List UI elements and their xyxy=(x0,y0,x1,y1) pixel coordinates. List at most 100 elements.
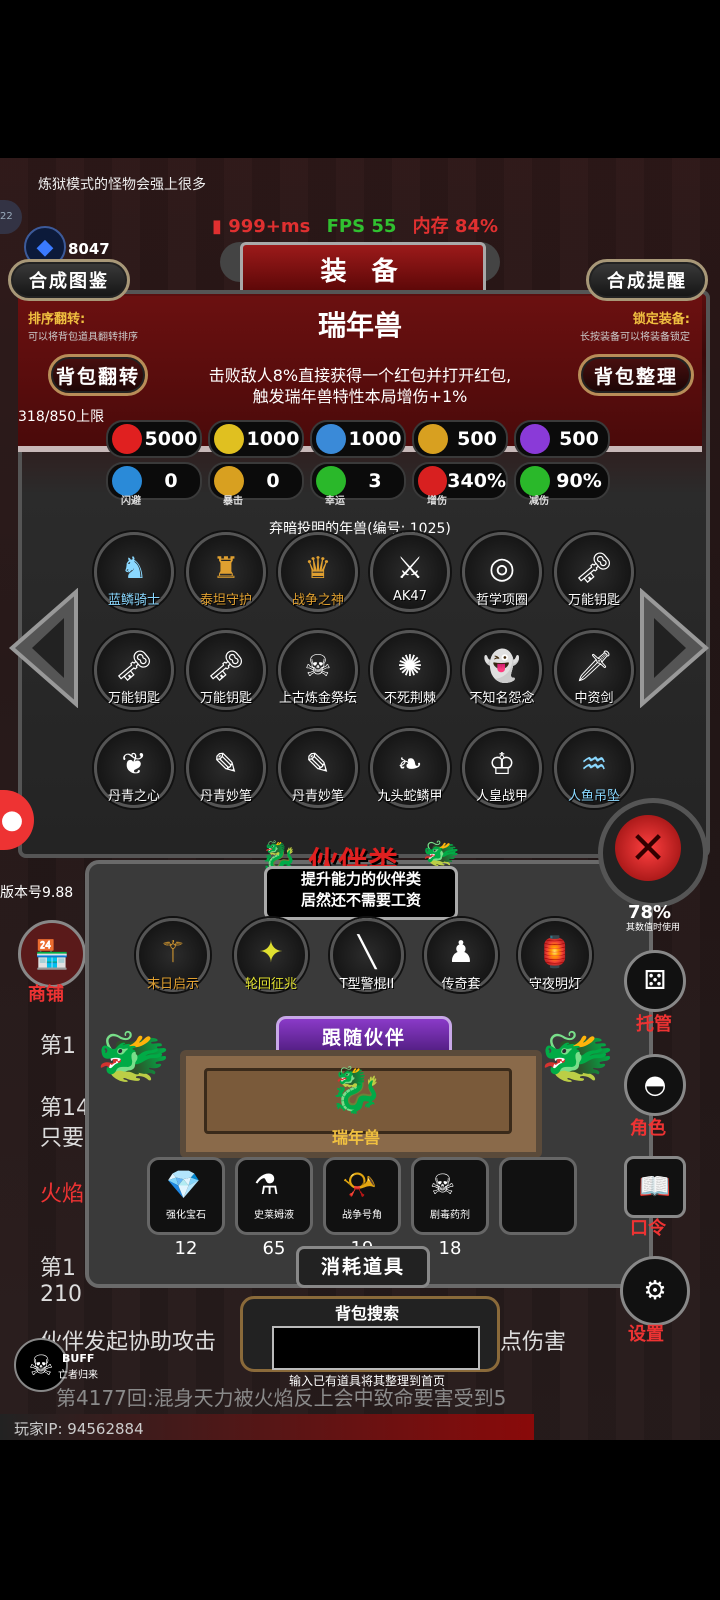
partner-item-icon: 🏮 xyxy=(536,934,574,970)
equipment-item-icon: ✺ xyxy=(397,648,423,684)
consumable-slot[interactable]: 💎 强化宝石 12 xyxy=(147,1157,225,1259)
equipment-item-icon: ♜ xyxy=(212,550,240,586)
equipment-slot[interactable]: 🗝 万能钥匙 xyxy=(186,630,266,710)
stat-value: 340% xyxy=(447,470,506,492)
skull-icon[interactable]: ☠ xyxy=(14,1338,68,1392)
partner-slot[interactable]: ╲ T型警棍II xyxy=(330,918,404,992)
synth-catalog-button[interactable]: 合成图鉴 xyxy=(8,259,130,301)
equipment-item-name: 中资剑 xyxy=(574,691,614,706)
next-page-arrow[interactable] xyxy=(640,587,710,709)
equipment-slot[interactable]: ♒ 人鱼吊坠 xyxy=(554,728,634,808)
log-line-3: 只要 xyxy=(40,1126,85,1151)
stat-value: 1000 xyxy=(246,428,300,450)
role-label: 角色 xyxy=(630,1118,666,1139)
nian-beast-icon[interactable]: 🐉 xyxy=(316,1064,396,1124)
notice-text: 炼狱模式的怪物会强上很多 xyxy=(38,177,206,193)
dice-icon[interactable]: ⚄ xyxy=(624,950,686,1012)
stat-value: 500 xyxy=(457,428,497,450)
consumable-icon: 💎 xyxy=(166,1168,201,1201)
equipment-item-name: 蓝鳞骑士 xyxy=(107,593,160,608)
partner-slot[interactable]: ♟ 传奇套 xyxy=(424,918,498,992)
equipment-slot[interactable]: ✎ 丹青妙笔 xyxy=(278,728,358,808)
close-button[interactable]: ✕ xyxy=(598,798,708,908)
equipment-item-icon: ❦ xyxy=(121,746,147,782)
item-name: 瑞年兽 xyxy=(317,309,402,342)
stat-label: 闪避 xyxy=(121,496,141,507)
gargoyle-left-icon: 🐲 xyxy=(96,1021,171,1091)
manage-label: 托管 xyxy=(636,1014,672,1035)
equipment-slot[interactable]: ❧ 九头蛇鳞甲 xyxy=(370,728,450,808)
strength-icon xyxy=(214,424,244,454)
stat-value: 3 xyxy=(368,470,382,492)
partner-item-name: 末日启示 xyxy=(146,977,199,992)
equipment-item-name: 人皇战甲 xyxy=(475,789,528,804)
equipment-slot[interactable]: 🗡 中资剑 xyxy=(554,630,634,710)
gargoyle-right-icon: 🐲 xyxy=(540,1021,615,1091)
consumable-slot[interactable]: ☠ 剧毒药剂 18 xyxy=(411,1157,489,1259)
equipment-item-icon: ✎ xyxy=(305,746,331,782)
item-caption: 弃暗投明的年兽(编号: 1025) xyxy=(269,521,451,537)
partner-slot[interactable]: ✦ 轮回征兆 xyxy=(234,918,308,992)
partner-slot[interactable]: ⚚ 末日启示 xyxy=(136,918,210,992)
gear-icon[interactable]: ⚙ xyxy=(620,1256,690,1326)
shop-icon[interactable]: 🏪 xyxy=(18,920,86,988)
arrow-left-icon xyxy=(8,587,78,709)
equipment-slot[interactable]: ⚔ AK47 xyxy=(370,532,450,612)
partner-slot[interactable]: 🏮 守夜明灯 xyxy=(518,918,592,992)
hood-icon[interactable]: ◓ xyxy=(624,1054,686,1116)
equipment-item-name: 万能钥匙 xyxy=(199,691,252,706)
equipment-slot[interactable]: 🗝 万能钥匙 xyxy=(94,630,174,710)
equipment-item-icon: ♒ xyxy=(580,746,608,782)
equipment-item-icon: ✎ xyxy=(213,746,239,782)
equipment-slot[interactable]: ☠ 上古炼金祭坛 xyxy=(278,630,358,710)
consumable-icon: ⚗ xyxy=(254,1168,280,1201)
partner-item-icon: ♟ xyxy=(447,934,475,970)
player-ip: 玩家IP: 94562884 xyxy=(14,1420,144,1438)
equipment-slot[interactable]: 🗝 万能钥匙 xyxy=(554,532,634,612)
stat-label: 减伤 xyxy=(529,496,549,507)
equipment-slot[interactable]: 👻 不知名怨念 xyxy=(462,630,542,710)
hidden-caption: 其数值时使用 xyxy=(626,923,681,933)
equipment-slot[interactable]: ❦ 丹青之心 xyxy=(94,728,174,808)
consumable-name: 战争号角 xyxy=(342,1210,382,1221)
bag-flip-button[interactable]: 背包翻转 xyxy=(48,354,148,396)
synth-remind-button[interactable]: 合成提醒 xyxy=(586,259,708,301)
stat-lightning: 500 xyxy=(514,420,610,458)
tooltip-line1: 提升能力的伙伴类 xyxy=(300,870,421,888)
stat-sword: 500 xyxy=(412,420,508,458)
consumable-name: 史莱姆液 xyxy=(254,1210,294,1221)
equipment-slot[interactable]: ◎ 哲学项圈 xyxy=(462,532,542,612)
consumable-slot[interactable]: ⚗ 史莱姆液 65 xyxy=(235,1157,313,1259)
equipment-slot[interactable]: ♛ 战争之神 xyxy=(278,532,358,612)
partner-item-name: T型警棍II xyxy=(339,977,395,992)
stat-armor: 1000 xyxy=(310,420,406,458)
empty-consumable-slot[interactable] xyxy=(499,1157,577,1235)
equipment-item-icon: 🗝 xyxy=(574,550,614,586)
stat-heart: 5000 xyxy=(106,420,202,458)
bag-capacity: 318/850上限 xyxy=(18,409,105,425)
equipment-slot[interactable]: ✎ 丹青妙笔 xyxy=(186,728,266,808)
log-line-2: 第14 xyxy=(40,1096,90,1121)
consumable-name: 剧毒药剂 xyxy=(430,1210,470,1221)
equipment-item-name: 丹青妙笔 xyxy=(291,789,344,804)
consumable-name: 强化宝石 xyxy=(166,1210,206,1221)
stat-value: 90% xyxy=(556,470,602,492)
equipment-item-icon: ◎ xyxy=(488,550,516,586)
bag-search-input[interactable] xyxy=(272,1326,480,1370)
code-label: 口令 xyxy=(630,1218,666,1239)
close-icon: ✕ xyxy=(615,815,681,881)
bag-sort-button[interactable]: 背包整理 xyxy=(578,354,694,396)
equipment-slot[interactable]: ♞ 蓝鳞骑士 xyxy=(94,532,174,612)
prev-page-arrow[interactable] xyxy=(8,587,78,709)
log-line-1: 第1 xyxy=(40,1034,76,1059)
equipment-slot[interactable]: ♜ 泰坦守护 xyxy=(186,532,266,612)
equipment-item-icon: 🗝 xyxy=(114,648,154,684)
stat-crit: 0 暴击 xyxy=(208,462,304,507)
equipment-slot[interactable]: ✺ 不死荆棘 xyxy=(370,630,450,710)
equipment-item-name: 哲学项圈 xyxy=(475,593,528,608)
item-desc-line1: 击败敌人8%直接获得一个红包并打开红包, xyxy=(208,366,512,385)
consumable-slot[interactable]: 📯战争号角19 xyxy=(323,1157,401,1259)
book-icon[interactable]: 📖 xyxy=(624,1156,686,1218)
stat-label: 暴击 xyxy=(223,496,243,507)
equipment-slot[interactable]: ♔ 人皇战甲 xyxy=(462,728,542,808)
